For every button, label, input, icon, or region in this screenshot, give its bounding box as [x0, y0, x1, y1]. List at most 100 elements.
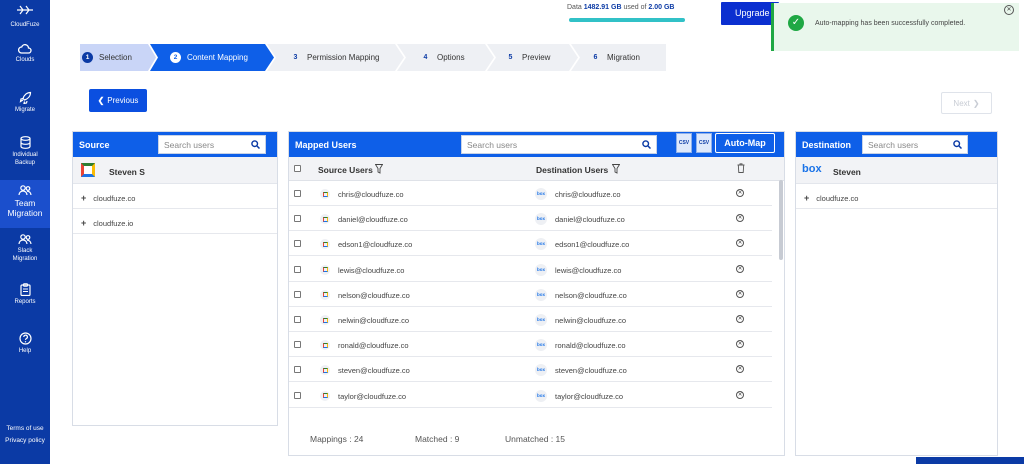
mapped-row[interactable]: edson1@cloudfuze.co box edson1@cloudfuze.c… — [289, 231, 772, 257]
mapped-search-input[interactable]: Search users — [461, 135, 657, 154]
step-options[interactable]: 4 Options — [420, 44, 465, 71]
brand-name: CloudFuze — [10, 22, 40, 28]
database-icon — [19, 136, 31, 149]
mapped-row[interactable]: daniel@cloudfuze.co box daniel@cloudfuze.c… — [289, 206, 772, 232]
row-checkbox[interactable] — [294, 391, 301, 399]
destination-user-email: lewis@cloudfuze.co — [555, 265, 622, 275]
destination-user-email: edson1@cloudfuze.co — [555, 240, 630, 250]
terms-link[interactable]: Terms of use — [0, 425, 50, 432]
expand-icon[interactable]: + — [804, 193, 809, 203]
cloudfuze-logo-icon — [0, 4, 50, 18]
destination-user-email: steven@cloudfuze.co — [555, 366, 627, 376]
box-icon: box — [535, 364, 547, 377]
filter-icon[interactable] — [375, 164, 383, 174]
remove-mapping-icon[interactable]: ✕ — [736, 365, 744, 374]
chevron-right-icon: ❯ — [972, 98, 980, 108]
data-usage-text: Data 1482.91 GB used of 2.00 GB — [567, 4, 675, 11]
remove-mapping-icon[interactable]: ✕ — [736, 239, 744, 248]
row-checkbox[interactable] — [294, 265, 301, 273]
google-drive-icon — [320, 340, 330, 351]
remove-mapping-icon[interactable]: ✕ — [736, 315, 744, 323]
step-preview[interactable]: 5 Preview — [505, 44, 551, 71]
remove-mapping-icon[interactable]: ✕ — [736, 189, 744, 197]
row-checkbox[interactable] — [294, 215, 301, 223]
sidebar-item-migrate[interactable]: Migrate — [0, 91, 50, 114]
next-button[interactable]: Next ❯ — [941, 92, 992, 114]
source-domain-row[interactable]: + cloudfuze.co — [73, 185, 277, 209]
close-icon[interactable]: ✕ — [1004, 5, 1014, 15]
remove-mapping-icon[interactable]: ✕ — [736, 289, 744, 298]
box-icon: box — [535, 238, 547, 251]
data-usage-bar — [569, 18, 685, 22]
expand-icon[interactable]: + — [81, 218, 86, 228]
remove-mapping-icon[interactable]: ✕ — [736, 214, 744, 223]
mapped-users-panel: Mapped Users Search users Source Users D… — [288, 131, 785, 456]
search-icon[interactable] — [642, 140, 651, 149]
destination-search-input[interactable]: Search users — [862, 135, 968, 154]
team-icon — [18, 185, 32, 196]
mapped-row[interactable]: taylor@cloudfuze.co box taylor@cloudfuze.c… — [289, 383, 772, 408]
source-user-email: edson1@cloudfuze.co — [338, 240, 413, 250]
row-checkbox[interactable] — [294, 190, 301, 197]
destination-panel: Destination Search users box Steven + clo… — [795, 131, 998, 456]
google-drive-icon — [81, 163, 95, 177]
sidebar-item-clouds[interactable]: Clouds — [0, 43, 50, 64]
automap-button[interactable]: Auto-Map — [715, 133, 775, 153]
expand-icon[interactable]: + — [81, 193, 86, 203]
sidebar-item-reports[interactable]: Reports — [0, 283, 50, 306]
success-toast: ✓ Auto-mapping has been successfully com… — [771, 3, 1019, 51]
row-checkbox[interactable] — [294, 366, 301, 374]
csv-download-icon[interactable]: CSV — [676, 133, 692, 153]
mapped-row[interactable]: steven@cloudfuze.co box steven@cloudfuze.c… — [289, 357, 772, 383]
source-panel: Source Search users Steven S + cloudfuze.… — [72, 131, 278, 426]
source-search-input[interactable]: Search users — [158, 135, 266, 154]
help-icon — [18, 332, 32, 345]
destination-user-email: daniel@cloudfuze.co — [555, 215, 625, 225]
row-checkbox[interactable] — [294, 240, 301, 248]
select-all-checkbox[interactable] — [294, 165, 301, 172]
privacy-link[interactable]: Privacy policy — [0, 437, 50, 444]
box-logo-icon: box — [802, 163, 822, 175]
mapped-row[interactable]: chris@cloudfuze.co box chris@cloudfuze.co ✕ — [289, 181, 772, 206]
row-checkbox[interactable] — [294, 341, 301, 349]
sidebar-item-individual-backup[interactable]: Individual Backup — [0, 136, 50, 167]
previous-button[interactable]: ❮ Previous — [89, 89, 147, 112]
google-drive-icon — [320, 189, 330, 199]
matched-count: Matched : 9 — [415, 434, 460, 444]
destination-user-email: nelwin@cloudfuze.co — [555, 316, 626, 325]
mapped-row[interactable]: ronald@cloudfuze.co box ronald@cloudfuze.c… — [289, 332, 772, 358]
row-checkbox[interactable] — [294, 316, 301, 323]
csv-upload-icon[interactable]: CSV — [696, 133, 712, 153]
search-icon[interactable] — [251, 140, 260, 149]
mapped-row[interactable]: lewis@cloudfuze.co box lewis@cloudfuze.co ✕ — [289, 257, 772, 282]
step-migration[interactable]: 6 Migration — [590, 44, 640, 71]
mapped-row[interactable]: nelson@cloudfuze.co box nelson@cloudfuze.c… — [289, 282, 772, 307]
google-drive-icon — [320, 264, 330, 275]
step-permission-mapping[interactable]: 3 Permission Mapping — [290, 44, 380, 71]
remove-mapping-icon[interactable]: ✕ — [736, 264, 744, 273]
destination-domain-row[interactable]: + cloudfuze.co — [796, 185, 997, 209]
trash-icon[interactable] — [737, 163, 745, 173]
mapped-scrollbar[interactable] — [779, 180, 783, 260]
destination-account-row[interactable]: box Steven — [796, 157, 997, 184]
remove-mapping-icon[interactable]: ✕ — [736, 340, 744, 349]
source-account-row[interactable]: Steven S — [73, 157, 277, 184]
unmatched-count: Unmatched : 15 — [505, 434, 566, 444]
sidebar-item-slack-migration[interactable]: Slack Migration — [0, 234, 50, 263]
sidebar-item-help[interactable]: Help — [0, 332, 50, 355]
brand-logo[interactable]: CloudFuze — [0, 4, 50, 28]
step-selection[interactable]: 1 Selection — [82, 44, 132, 71]
source-domain-row[interactable]: + cloudfuze.io — [73, 210, 277, 234]
filter-icon[interactable] — [612, 164, 620, 174]
remove-mapping-icon[interactable]: ✕ — [736, 390, 744, 399]
row-checkbox[interactable] — [294, 290, 301, 298]
box-icon: box — [535, 288, 547, 301]
google-drive-icon — [320, 239, 330, 250]
source-user-email: taylor@cloudfuze.co — [338, 391, 407, 401]
search-icon[interactable] — [953, 140, 962, 149]
source-user-email: ronald@cloudfuze.co — [338, 341, 409, 351]
sidebar-item-team-migration[interactable]: Team Migration — [0, 180, 50, 228]
mapped-row[interactable]: nelwin@cloudfuze.co box nelwin@cloudfuze.c… — [289, 307, 772, 332]
step-content-mapping[interactable]: 2 Content Mapping — [170, 44, 248, 71]
source-user-email: steven@cloudfuze.co — [338, 366, 410, 376]
